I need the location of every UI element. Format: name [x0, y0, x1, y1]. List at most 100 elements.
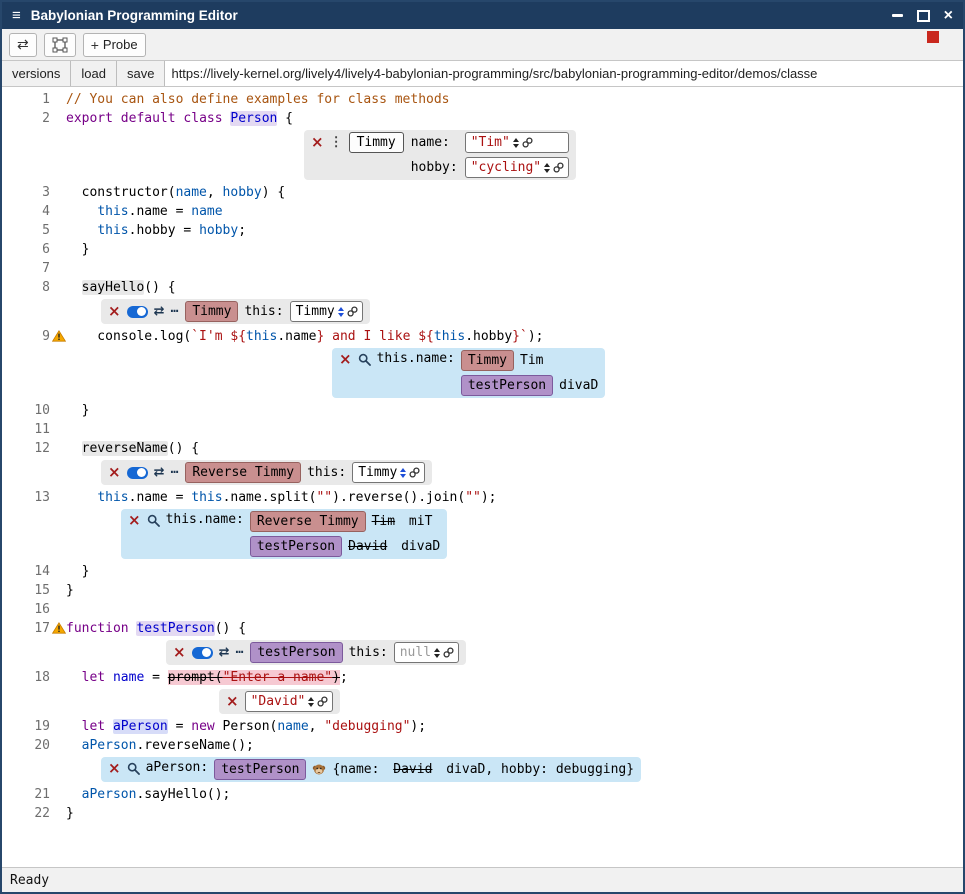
- code-line[interactable]: 18 let name = prompt("Enter a name");: [2, 668, 963, 687]
- code-line[interactable]: 11: [2, 420, 963, 439]
- switch-example-icon[interactable]: ⇄: [219, 645, 230, 660]
- code-line[interactable]: 14 }: [2, 562, 963, 581]
- more-options-icon[interactable]: ⋯: [235, 645, 244, 660]
- stepper-icon[interactable]: [513, 138, 519, 148]
- close-icon[interactable]: ×: [128, 513, 141, 528]
- value-field[interactable]: "Tim": [465, 132, 569, 153]
- maximize-icon: [917, 10, 930, 22]
- more-options-icon[interactable]: ⋯: [170, 465, 179, 480]
- add-probe-button[interactable]: +Probe: [83, 33, 146, 57]
- example-badge[interactable]: Reverse Timmy: [185, 462, 301, 483]
- magnifier-icon: [127, 762, 140, 775]
- code-line[interactable]: 4 this.name = name: [2, 202, 963, 221]
- code-line[interactable]: 17function testPerson() {: [2, 619, 963, 638]
- gutter-cell: 12: [2, 439, 66, 458]
- value-field[interactable]: Timmy: [352, 462, 425, 483]
- close-icon[interactable]: ×: [108, 465, 121, 480]
- switch-example-icon[interactable]: ⇄: [154, 465, 165, 480]
- gutter-cell: 1: [2, 90, 66, 109]
- stepper-icon[interactable]: [544, 163, 550, 173]
- code-text: }: [66, 581, 74, 600]
- code-token: }: [66, 242, 89, 257]
- code-line[interactable]: 5 this.hobby = hobby;: [2, 221, 963, 240]
- close-window-button[interactable]: ×: [944, 8, 953, 24]
- code-line[interactable]: 1// You can also define examples for cla…: [2, 90, 963, 109]
- menu-icon[interactable]: ≡: [12, 7, 21, 24]
- example-badge[interactable]: Timmy: [185, 301, 238, 322]
- toggle-knob: [202, 648, 211, 657]
- close-icon[interactable]: ×: [339, 352, 352, 367]
- drag-handle-icon[interactable]: ⋮: [330, 135, 343, 150]
- toggle-on-icon[interactable]: [192, 647, 213, 659]
- probe-result-row: testPerson{name: David divaD, hobby: deb…: [214, 759, 634, 780]
- value-field[interactable]: "David": [245, 691, 334, 712]
- stepper-icon[interactable]: [434, 648, 440, 658]
- stepper-icon[interactable]: [400, 468, 406, 478]
- link-icon[interactable]: [347, 306, 358, 317]
- value-field[interactable]: null: [394, 642, 459, 663]
- gutter-cell: [2, 640, 66, 665]
- code-line[interactable]: 13 this.name = this.name.split("").rever…: [2, 488, 963, 507]
- stepper-icon[interactable]: [338, 307, 344, 317]
- close-icon[interactable]: ×: [173, 645, 186, 660]
- code-token: function: [66, 621, 129, 636]
- result-example-badge: Timmy: [461, 350, 514, 371]
- code-line[interactable]: 6 }: [2, 240, 963, 259]
- close-icon[interactable]: ×: [108, 761, 121, 776]
- code-token: ;: [238, 223, 246, 238]
- value-field[interactable]: Timmy: [290, 301, 363, 322]
- toggle-on-icon[interactable]: [127, 467, 148, 479]
- probe-value: divaD: [559, 378, 598, 393]
- minimize-button[interactable]: [892, 14, 903, 17]
- code-token: .reverseName();: [136, 738, 253, 753]
- url-field[interactable]: https://lively-kernel.org/lively4/lively…: [165, 61, 963, 86]
- gutter-cell: 14: [2, 562, 66, 581]
- code-line[interactable]: 21 aPerson.sayHello();: [2, 785, 963, 804]
- line-number: 17: [34, 621, 50, 636]
- versions-button[interactable]: versions: [2, 61, 71, 86]
- code-line[interactable]: 12 reverseName() {: [2, 439, 963, 458]
- code-token: prompt(: [168, 670, 223, 685]
- switch-example-icon[interactable]: ⇄: [154, 304, 165, 319]
- maximize-button[interactable]: [917, 10, 930, 22]
- load-button[interactable]: load: [71, 61, 117, 86]
- code-token: `I'm ${: [191, 329, 246, 344]
- code-line[interactable]: 8 sayHello() {: [2, 278, 963, 297]
- link-icon[interactable]: [443, 647, 454, 658]
- more-options-icon[interactable]: ⋯: [170, 304, 179, 319]
- close-icon[interactable]: ×: [108, 304, 121, 319]
- code-line[interactable]: 15}: [2, 581, 963, 600]
- example-name-button[interactable]: Timmy: [349, 132, 404, 153]
- close-icon[interactable]: ×: [226, 694, 239, 709]
- code-line[interactable]: 19 let aPerson = new Person(name, "debug…: [2, 717, 963, 736]
- link-icon[interactable]: [553, 162, 564, 173]
- save-button[interactable]: save: [117, 61, 165, 86]
- code-editor[interactable]: 1// You can also define examples for cla…: [2, 87, 963, 867]
- code-line[interactable]: 9 console.log(`I'm ${this.name} and I li…: [2, 327, 963, 346]
- code-line[interactable]: 7: [2, 259, 963, 278]
- example-badge[interactable]: testPerson: [250, 642, 342, 663]
- field-value: "David": [251, 694, 306, 709]
- link-icon[interactable]: [522, 137, 533, 148]
- probe-results: testPerson{name: David divaD, hobby: deb…: [214, 759, 634, 780]
- line-number: 20: [34, 738, 50, 753]
- select-region-button[interactable]: [44, 33, 76, 57]
- stepper-icon[interactable]: [308, 697, 314, 707]
- code-line[interactable]: 2export default class Person {: [2, 109, 963, 128]
- gutter-cell: 19: [2, 717, 66, 736]
- toggle-on-icon[interactable]: [127, 306, 148, 318]
- code-line[interactable]: 16: [2, 600, 963, 619]
- value-field[interactable]: "cycling": [465, 157, 569, 178]
- link-icon[interactable]: [317, 696, 328, 707]
- close-icon[interactable]: ×: [311, 135, 324, 150]
- add-probe-label: Probe: [103, 37, 138, 52]
- code-line[interactable]: 22}: [2, 804, 963, 823]
- link-icon[interactable]: [409, 467, 420, 478]
- code-line[interactable]: 20 aPerson.reverseName();: [2, 736, 963, 755]
- swap-button[interactable]: ⇄: [9, 33, 37, 57]
- field-value: "cycling": [471, 160, 541, 175]
- code-line[interactable]: 3 constructor(name, hobby) {: [2, 183, 963, 202]
- code-token: new: [191, 719, 214, 734]
- code-line[interactable]: 10 }: [2, 401, 963, 420]
- probe-expression-label: this.name:: [166, 512, 244, 527]
